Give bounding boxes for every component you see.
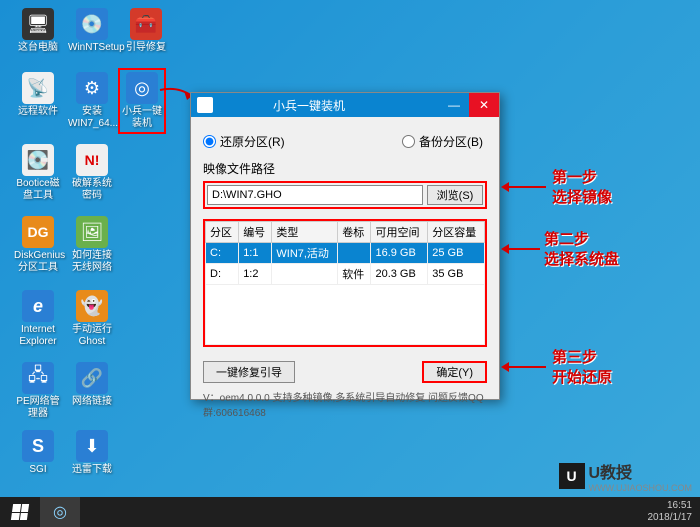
network-icon: 🖧: [22, 362, 54, 394]
tray-date: 2018/1/17: [648, 512, 693, 524]
watermark-logo: U U教授 WWW.UJIAOSHOU.COM: [559, 459, 693, 493]
desktop-icon-remote[interactable]: 📡 远程软件: [14, 72, 62, 118]
system-tray[interactable]: 16:51 2018/1/17: [648, 500, 700, 524]
col-partition: 分区: [206, 222, 239, 243]
minimize-button[interactable]: —: [439, 93, 469, 117]
monitor-icon: 🖥: [22, 8, 54, 40]
desktop-icon-winntsetup[interactable]: 💿 WinNTSetup: [68, 8, 116, 54]
icon-label: 如何连接无线网络: [68, 250, 116, 274]
disk-icon: 💽: [22, 144, 54, 176]
arrow-step3: [504, 366, 546, 368]
titlebar[interactable]: 小兵一键装机 — ✕: [191, 93, 499, 117]
icon-label: 这台电脑: [14, 42, 62, 54]
path-label: 映像文件路径: [203, 160, 487, 177]
annotation-step3: 第三步 开始还原: [552, 348, 612, 388]
radio-backup-input[interactable]: [402, 135, 415, 148]
windows-icon: [11, 504, 29, 520]
tray-time: 16:51: [648, 500, 693, 512]
col-type: 类型: [272, 222, 338, 243]
taskbar-app-icon[interactable]: ◎: [40, 497, 80, 527]
logo-icon: U: [559, 463, 585, 489]
desktop-icon-diskgenius[interactable]: DG DiskGenius分区工具: [14, 216, 62, 274]
browse-button[interactable]: 浏览(S): [427, 185, 483, 205]
icon-label: Bootice磁盘工具: [14, 178, 62, 202]
taskbar[interactable]: ◎ 16:51 2018/1/17: [0, 497, 700, 527]
ghost-icon: 👻: [76, 290, 108, 322]
close-button[interactable]: ✕: [469, 93, 499, 117]
gear-icon: ⚙: [76, 72, 108, 104]
desktop-icon-xiaobing[interactable]: ◎ 小兵一键装机: [118, 68, 166, 134]
radio-backup[interactable]: 备份分区(B): [402, 133, 483, 150]
nt-icon: N!: [76, 144, 108, 176]
icon-label: 引导修复: [122, 42, 170, 54]
download-icon: ⬇: [76, 430, 108, 462]
col-index: 编号: [239, 222, 272, 243]
radio-restore-input[interactable]: [203, 135, 216, 148]
icon-label: 小兵一键装机: [122, 106, 162, 130]
image-path-input[interactable]: [207, 185, 423, 205]
radio-label: 备份分区(B): [419, 133, 483, 150]
app-window: 小兵一键装机 — ✕ 还原分区(R) 备份分区(B) 映像文件路径 浏览(S): [190, 92, 500, 400]
arrow-step2: [504, 248, 540, 250]
icon-label: 远程软件: [14, 106, 62, 118]
icon-label: 手动运行Ghost: [68, 324, 116, 348]
icon-label: 安装WIN7_64...: [68, 106, 116, 130]
annotation-step2: 第二步 选择系统盘: [544, 230, 619, 270]
desktop-icon-wifi-guide[interactable]: 🖼 如何连接无线网络: [68, 216, 116, 274]
radio-restore[interactable]: 还原分区(R): [203, 133, 285, 150]
desktop-icon-ghost[interactable]: 👻 手动运行Ghost: [68, 290, 116, 348]
desktop-icon-pe-network[interactable]: 🖧 PE网络管理器: [14, 362, 62, 420]
icon-label: 破解系统密码: [68, 178, 116, 202]
ie-icon: e: [22, 290, 54, 322]
icon-label: PE网络管理器: [14, 396, 62, 420]
link-icon: 🔗: [76, 362, 108, 394]
sgi-icon: S: [22, 430, 54, 462]
start-button[interactable]: [0, 497, 40, 527]
dg-icon: DG: [22, 216, 54, 248]
col-size: 分区容量: [428, 222, 485, 243]
desktop-icon-this-pc[interactable]: 🖥 这台电脑: [14, 8, 62, 54]
path-row: 浏览(S): [203, 181, 487, 209]
icon-label: WinNTSetup: [68, 42, 116, 54]
app-title-icon: [197, 97, 213, 113]
desktop-icon-crack-password[interactable]: N! 破解系统密码: [68, 144, 116, 202]
disc-icon: 💿: [76, 8, 108, 40]
radio-label: 还原分区(R): [220, 133, 285, 150]
table-row[interactable]: D: 1:2 软件 20.3 GB 35 GB: [206, 264, 485, 285]
icon-label: DiskGenius分区工具: [14, 250, 62, 274]
repair-boot-button[interactable]: 一键修复引导: [203, 361, 295, 383]
col-volume: 卷标: [338, 222, 371, 243]
icon-label: Internet Explorer: [14, 324, 62, 348]
app-icon: ◎: [126, 72, 158, 104]
table-row[interactable]: C: 1:1 WIN7,活动 16.9 GB 25 GB: [206, 243, 485, 264]
icon-label: SGI: [14, 464, 62, 476]
icon-label: 网络链接: [68, 396, 116, 408]
arrow-step1: [504, 186, 546, 188]
image-icon: 🖼: [76, 216, 108, 248]
desktop-icon-bootice[interactable]: 💽 Bootice磁盘工具: [14, 144, 62, 202]
desktop-icon-sgi[interactable]: S SGI: [14, 430, 62, 476]
desktop-icon-thunder[interactable]: ⬇ 迅雷下载: [68, 430, 116, 476]
window-title: 小兵一键装机: [219, 97, 439, 114]
desktop-icon-ie[interactable]: e Internet Explorer: [14, 290, 62, 348]
desktop-icon-boot-repair[interactable]: 🧰 引导修复: [122, 8, 170, 54]
table-header-row: 分区 编号 类型 卷标 可用空间 分区容量: [206, 222, 485, 243]
annotation-step1: 第一步 选择镜像: [552, 168, 612, 208]
version-info: V：oem4.0.0.0 支持多种镜像,多系统引导自动修复 问题反馈QQ群:60…: [203, 383, 487, 419]
partition-table[interactable]: 分区 编号 类型 卷标 可用空间 分区容量 C: 1:1 WIN7,活动 16: [203, 219, 487, 347]
desktop-icon-install-win7[interactable]: ⚙ 安装WIN7_64...: [68, 72, 116, 130]
desktop-icon-network-connections[interactable]: 🔗 网络链接: [68, 362, 116, 408]
icon-label: 迅雷下载: [68, 464, 116, 476]
toolbox-icon: 🧰: [130, 8, 162, 40]
ok-button[interactable]: 确定(Y): [422, 361, 487, 383]
remote-icon: 📡: [22, 72, 54, 104]
col-free: 可用空间: [371, 222, 428, 243]
